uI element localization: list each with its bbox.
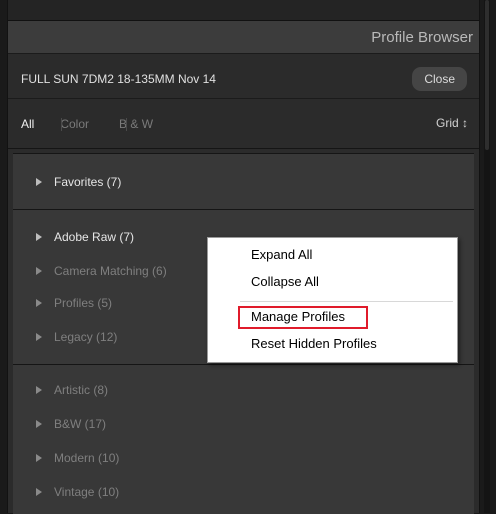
expand-triangle-icon bbox=[36, 488, 42, 496]
filter-color[interactable]: Color bbox=[60, 117, 89, 131]
menu-separator bbox=[240, 301, 453, 302]
menu-item-manage-profiles[interactable]: Manage Profiles bbox=[251, 309, 345, 324]
group-vintage[interactable]: Vintage (10) bbox=[13, 481, 119, 503]
expand-triangle-icon bbox=[36, 233, 42, 241]
group-label: Legacy (12) bbox=[54, 330, 118, 344]
top-strip bbox=[8, 0, 479, 21]
group-bw[interactable]: B&W (17) bbox=[13, 413, 106, 435]
expand-triangle-icon bbox=[36, 178, 42, 186]
expand-triangle-icon bbox=[36, 267, 42, 275]
group-label: Adobe Raw (7) bbox=[54, 230, 135, 244]
group-legacy[interactable]: Legacy (12) bbox=[13, 326, 117, 348]
group-label: Favorites (7) bbox=[54, 175, 122, 189]
filter-bar: All Color B & W Grid ↕ bbox=[8, 100, 479, 149]
context-menu: Expand All Collapse All Manage Profiles … bbox=[207, 237, 458, 363]
group-favorites[interactable]: Favorites (7) bbox=[13, 171, 121, 193]
group-label: Camera Matching (6) bbox=[54, 264, 167, 278]
camera-profile-name: FULL SUN 7DM2 18-135MM Nov 14 bbox=[21, 72, 216, 86]
group-adobe-raw[interactable]: Adobe Raw (7) bbox=[13, 226, 134, 248]
camera-profile-row: FULL SUN 7DM2 18-135MM Nov 14 Close bbox=[8, 60, 479, 99]
group-artistic[interactable]: Artistic (8) bbox=[13, 379, 108, 401]
group-label: Profiles (5) bbox=[54, 296, 113, 310]
filter-bw[interactable]: B & W bbox=[119, 117, 153, 131]
creative-profiles-group: Artistic (8) B&W (17) Modern (10) Vintag… bbox=[13, 364, 474, 514]
favorites-group: Favorites (7) bbox=[13, 153, 474, 210]
filter-divider bbox=[126, 118, 127, 131]
expand-triangle-icon bbox=[36, 454, 42, 462]
group-camera-matching[interactable]: Camera Matching (6) bbox=[13, 260, 167, 282]
filter-all[interactable]: All bbox=[21, 117, 34, 131]
panel-title: Profile Browser bbox=[371, 28, 473, 46]
menu-item-collapse-all[interactable]: Collapse All bbox=[251, 274, 319, 289]
group-label: B&W (17) bbox=[54, 417, 107, 431]
group-label: Modern (10) bbox=[54, 451, 120, 465]
expand-triangle-icon bbox=[36, 386, 42, 394]
group-modern[interactable]: Modern (10) bbox=[13, 447, 119, 469]
menu-item-expand-all[interactable]: Expand All bbox=[251, 247, 312, 262]
scrollbar-thumb[interactable] bbox=[485, 0, 489, 150]
close-button[interactable]: Close bbox=[412, 67, 467, 91]
menu-item-reset-hidden-profiles[interactable]: Reset Hidden Profiles bbox=[251, 336, 377, 351]
expand-triangle-icon bbox=[36, 420, 42, 428]
expand-triangle-icon bbox=[36, 333, 42, 341]
group-label: Vintage (10) bbox=[54, 485, 120, 499]
expand-triangle-icon bbox=[36, 299, 42, 307]
filter-divider bbox=[61, 118, 62, 131]
panel-header: Profile Browser bbox=[8, 21, 479, 54]
group-profiles[interactable]: Profiles (5) bbox=[13, 292, 112, 314]
group-label: Artistic (8) bbox=[54, 383, 108, 397]
view-mode-select[interactable]: Grid ↕ bbox=[436, 116, 468, 130]
